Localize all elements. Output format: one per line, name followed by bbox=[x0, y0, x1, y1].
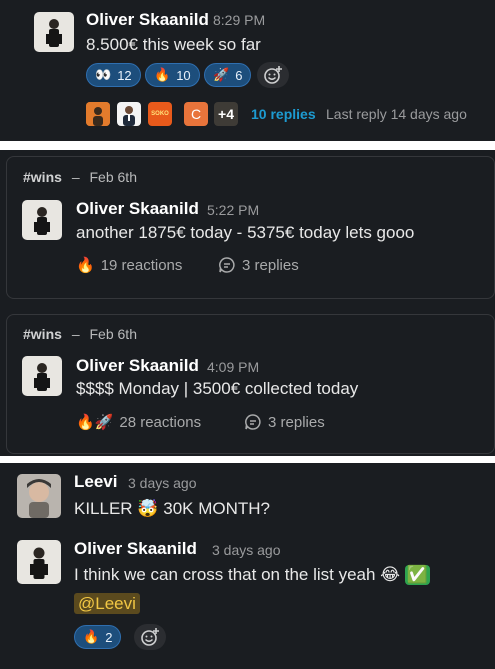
reactions-count-text: 19 reactions bbox=[100, 256, 183, 274]
reaction-count: 12 bbox=[117, 67, 132, 83]
mention-line: @Leevi bbox=[74, 593, 140, 614]
message-author[interactable]: Oliver Skaanild bbox=[76, 199, 199, 219]
message-timestamp[interactable]: 3 days ago bbox=[128, 475, 197, 491]
thread-replies-link[interactable]: 10 replies bbox=[251, 106, 316, 122]
message-timestamp[interactable]: 5:22 PM bbox=[207, 202, 259, 218]
message-text: KILLER 🤯 30K MONTH? bbox=[74, 499, 270, 519]
separator-dash: – bbox=[71, 326, 80, 342]
replies-count-text: 3 replies bbox=[268, 413, 325, 431]
channel-hash: # bbox=[23, 326, 31, 342]
reaction-count: 2 bbox=[105, 629, 113, 645]
message-text-part: I think we can cross that on the list ye… bbox=[74, 565, 376, 584]
add-reaction-button[interactable] bbox=[257, 62, 289, 88]
message-text-part: KILLER bbox=[74, 499, 133, 518]
joy-emoji-icon: 😂 bbox=[380, 565, 401, 585]
replies-summary[interactable]: 3 replies bbox=[218, 256, 299, 274]
reaction-fire[interactable]: 🔥 2 bbox=[74, 625, 122, 649]
message-author[interactable]: Oliver Skaanild bbox=[74, 539, 197, 559]
reaction-rocket[interactable]: 🚀 6 bbox=[204, 63, 252, 87]
thread-icon bbox=[245, 414, 261, 430]
channel-name: wins bbox=[30, 169, 62, 185]
replier-avatar[interactable]: C bbox=[184, 102, 208, 126]
reaction-eyes[interactable]: 👀 12 bbox=[86, 63, 141, 87]
thread-icon bbox=[219, 257, 235, 273]
separator-dash: – bbox=[71, 169, 80, 185]
message-author[interactable]: Oliver Skaanild bbox=[76, 356, 199, 376]
reactions-summary[interactable]: 🔥 19 reactions bbox=[76, 256, 182, 274]
channel-label[interactable]: #wins – Feb 6th bbox=[23, 326, 137, 342]
channel-hash: # bbox=[23, 169, 31, 185]
message-text: another 1875€ today - 5375€ today lets g… bbox=[76, 223, 415, 242]
check-mark-icon: ✅ bbox=[404, 565, 430, 585]
rocket-emoji-icon: 🚀 bbox=[213, 67, 230, 83]
message-text-part: 30K MONTH? bbox=[163, 499, 270, 518]
message-text: $$$$ Monday | 3500€ collected today bbox=[76, 379, 359, 398]
result-date: Feb 6th bbox=[89, 326, 137, 342]
result-date: Feb 6th bbox=[89, 169, 137, 185]
oliver-avatar[interactable] bbox=[22, 200, 62, 240]
reaction-fire[interactable]: 🔥 10 bbox=[145, 63, 200, 87]
replies-summary[interactable]: 3 replies bbox=[244, 413, 325, 431]
replier-avatar[interactable] bbox=[86, 102, 110, 126]
replier-avatar[interactable] bbox=[117, 102, 141, 126]
channel-label[interactable]: #wins – Feb 6th bbox=[23, 169, 137, 185]
add-emoji-icon bbox=[264, 66, 282, 84]
reactions-count-text: 28 reactions bbox=[119, 413, 202, 431]
message-author[interactable]: Leevi bbox=[74, 472, 117, 492]
message-text: 8.500€ this week so far bbox=[86, 35, 261, 54]
fire-emoji-icon: 🔥 bbox=[83, 629, 100, 645]
oliver-avatar[interactable] bbox=[22, 356, 62, 396]
user-mention[interactable]: @Leevi bbox=[74, 593, 140, 614]
add-reaction-button[interactable] bbox=[134, 624, 166, 650]
message-timestamp[interactable]: 4:09 PM bbox=[207, 359, 259, 375]
message-timestamp[interactable]: 8:29 PM bbox=[213, 12, 265, 28]
last-reply-text: Last reply 14 days ago bbox=[326, 106, 467, 122]
reactions-summary[interactable]: 🔥🚀 28 reactions bbox=[76, 413, 201, 431]
oliver-avatar[interactable] bbox=[17, 540, 61, 584]
message-timestamp[interactable]: 3 days ago bbox=[212, 542, 281, 558]
more-repliers-count: +4 bbox=[218, 106, 234, 122]
avatar-initial: C bbox=[190, 106, 202, 122]
reaction-count: 10 bbox=[176, 67, 191, 83]
reaction-count: 6 bbox=[235, 67, 243, 83]
add-emoji-icon bbox=[141, 628, 159, 646]
replier-avatar[interactable]: SOKO bbox=[148, 102, 172, 126]
leevi-avatar[interactable] bbox=[17, 474, 61, 518]
message-text: I think we can cross that on the list ye… bbox=[74, 565, 430, 585]
fire-rocket-emoji-icon: 🔥🚀 bbox=[76, 413, 114, 431]
exploding-head-emoji-icon: 🤯 bbox=[137, 499, 159, 519]
more-repliers-badge[interactable]: +4 bbox=[214, 102, 238, 126]
message-author[interactable]: Oliver Skaanild bbox=[86, 10, 209, 30]
fire-emoji-icon: 🔥 bbox=[76, 256, 95, 274]
soko-logo-text: SOKO bbox=[151, 111, 169, 117]
channel-name: wins bbox=[30, 326, 62, 342]
oliver-avatar[interactable] bbox=[34, 12, 74, 52]
replies-count-text: 3 replies bbox=[242, 256, 299, 274]
fire-emoji-icon: 🔥 bbox=[154, 67, 171, 83]
eyes-emoji-icon: 👀 bbox=[95, 67, 112, 83]
